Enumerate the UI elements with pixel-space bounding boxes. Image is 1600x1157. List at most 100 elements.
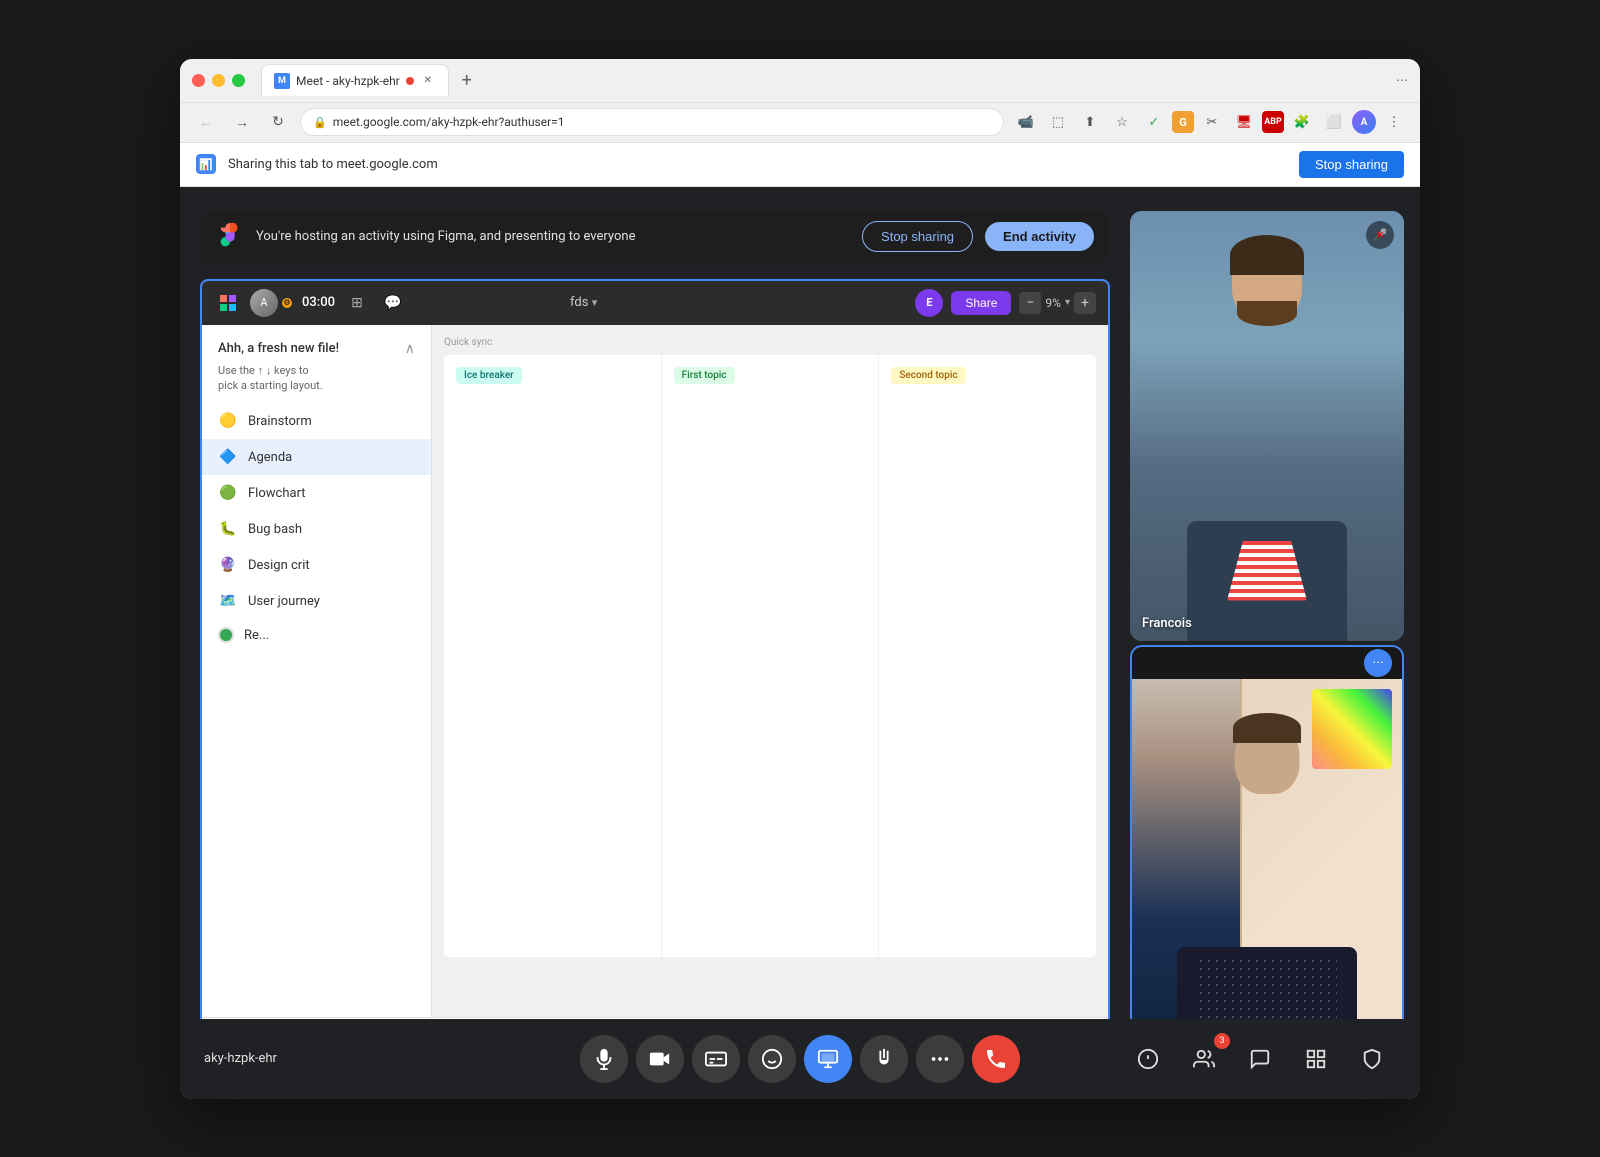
pip-icon[interactable]: ⬚ (1044, 108, 1072, 136)
window-menu-icon[interactable]: ⋯ (1396, 73, 1408, 87)
end-activity-button[interactable]: End activity (985, 222, 1094, 251)
captions-button[interactable] (692, 1035, 740, 1083)
sidebar-collapse-button[interactable]: ∧ (405, 341, 415, 357)
sidebar-item-retro[interactable]: Re... (202, 619, 431, 651)
sidebar-item-flowchart-label: Flowchart (248, 486, 306, 501)
banner-text: You're hosting an activity using Figma, … (256, 229, 850, 244)
meet-bottom-bar: aky-hzpk-ehr (180, 1019, 1420, 1099)
safety-button[interactable] (1348, 1035, 1396, 1083)
sidebar-item-flowchart[interactable]: 🟢 Flowchart (202, 475, 431, 511)
flowchart-icon: 🟢 (218, 483, 238, 503)
share-page-icon[interactable]: ⬆ (1076, 108, 1104, 136)
split-screen-icon[interactable]: ⬜ (1320, 108, 1348, 136)
canvas-column-1: Ice breaker (444, 355, 661, 957)
sidebar-item-bugbash[interactable]: 🐛 Bug bash (202, 511, 431, 547)
bookmark-icon[interactable]: ☆ (1108, 108, 1136, 136)
figma-user-badge: E (915, 289, 943, 317)
ext-icon-3[interactable]: 🖥 (1230, 108, 1258, 136)
meeting-code-label: aky-hzpk-ehr (204, 1051, 324, 1066)
sharing-bar: 📊 Sharing this tab to meet.google.com St… (180, 143, 1420, 187)
figma-canvas-wrapper: A ⚙ 03:00 ⊞ 💬 fds ▾ E (200, 279, 1110, 1079)
sidebar-item-brainstorm-label: Brainstorm (248, 414, 312, 429)
ext-icon-2[interactable]: ✂ (1198, 108, 1226, 136)
canvas-column-2: First topic (661, 355, 879, 957)
end-call-button[interactable] (972, 1035, 1020, 1083)
mic-button[interactable] (580, 1035, 628, 1083)
video-tile-francois: 🎤× Francois (1130, 211, 1404, 641)
sidebar-item-userjourney[interactable]: 🗺️ User journey (202, 583, 431, 619)
figma-canvas-toggle-icon[interactable]: ⊞ (343, 289, 371, 317)
info-button[interactable] (1124, 1035, 1172, 1083)
sidebar-item-designcrit[interactable]: 🔮 Design crit (202, 547, 431, 583)
bugbash-icon: 🐛 (218, 519, 238, 539)
present-button[interactable] (804, 1035, 852, 1083)
sidebar-item-agenda-label: Agenda (248, 450, 292, 465)
sidebar-item-bugbash-label: Bug bash (248, 522, 302, 537)
meet-controls (580, 1035, 1020, 1083)
people-button[interactable]: 3 (1180, 1035, 1228, 1083)
cast-icon[interactable]: 📹 (1012, 108, 1040, 136)
new-tab-button[interactable]: + (453, 66, 481, 94)
more-options-control-button[interactable] (916, 1035, 964, 1083)
browser-window: M Meet - aky-hzpk-ehr ✕ + ⋯ ← → ↻ 🔒 meet… (180, 59, 1420, 1099)
figma-sidebar: Ahh, a fresh new file! ∧ Use the ↑ ↓ key… (202, 325, 432, 1017)
activity-banner: You're hosting an activity using Figma, … (200, 211, 1110, 263)
extensions-icon[interactable]: 🧩 (1288, 108, 1316, 136)
active-tab[interactable]: M Meet - aky-hzpk-ehr ✕ (261, 64, 449, 96)
minimize-traffic-light[interactable] (212, 74, 225, 87)
canvas-tag-icebreaker: Ice breaker (456, 367, 522, 384)
people-count-badge: 3 (1214, 1033, 1230, 1049)
figma-share-button[interactable]: Share (951, 291, 1011, 315)
meet-favicon: M (274, 73, 290, 89)
retro-icon (218, 627, 234, 643)
ext-icon-1[interactable]: G (1172, 111, 1194, 133)
sidebar-header: Ahh, a fresh new file! ∧ (202, 333, 431, 361)
zoom-out-button[interactable]: − (1019, 292, 1041, 314)
zoom-in-button[interactable]: + (1074, 292, 1096, 314)
figma-toolbar: A ⚙ 03:00 ⊞ 💬 fds ▾ E (202, 281, 1108, 325)
user-avatar[interactable]: A (1352, 110, 1376, 134)
forward-button[interactable]: → (228, 108, 256, 136)
stop-sharing-meet-button[interactable]: Stop sharing (862, 221, 973, 252)
userjourney-icon: 🗺️ (218, 591, 238, 611)
nav-actions: 📹 ⬚ ⬆ ☆ ✓ G ✂ 🖥 ABP 🧩 ⬜ A ⋮ (1012, 108, 1408, 136)
canvas-column-3: Second topic (878, 355, 1096, 957)
chrome-menu-icon[interactable]: ⋮ (1380, 108, 1408, 136)
figma-chat-icon[interactable]: 💬 (379, 289, 407, 317)
sidebar-item-userjourney-label: User journey (248, 594, 320, 609)
sharing-text: Sharing this tab to meet.google.com (228, 157, 1287, 172)
activities-button[interactable] (1292, 1035, 1340, 1083)
raise-hand-button[interactable] (860, 1035, 908, 1083)
canvas-frame: Ice breaker First topic Second topic (444, 355, 1096, 957)
back-button[interactable]: ← (192, 108, 220, 136)
reload-button[interactable]: ↻ (264, 108, 292, 136)
camera-button[interactable] (636, 1035, 684, 1083)
tab-bar: M Meet - aky-hzpk-ehr ✕ + (261, 64, 1388, 96)
meet-ext-icon[interactable]: ✓ (1140, 108, 1168, 136)
meet-area: You're hosting an activity using Figma, … (180, 187, 1130, 1099)
chat-button[interactable] (1236, 1035, 1284, 1083)
sidebar-item-agenda[interactable]: 🔷 Agenda (202, 439, 431, 475)
figma-canvas[interactable]: Quick sync Ice breaker First topic Secon… (432, 325, 1108, 1017)
maximize-traffic-light[interactable] (232, 74, 245, 87)
sidebar-item-designcrit-label: Design crit (248, 558, 310, 573)
address-bar[interactable]: 🔒 meet.google.com/aky-hzpk-ehr?authuser=… (300, 108, 1004, 136)
url-text: meet.google.com/aky-hzpk-ehr?authuser=1 (333, 115, 565, 129)
video-tile-elad: ··· Elad (1130, 645, 1404, 1079)
title-bar: M Meet - aky-hzpk-ehr ✕ + ⋯ (180, 59, 1420, 103)
ext-icon-4[interactable]: ABP (1262, 111, 1284, 133)
close-traffic-light[interactable] (192, 74, 205, 87)
canvas-label: Quick sync (444, 337, 492, 348)
sidebar-item-brainstorm[interactable]: 🟡 Brainstorm (202, 403, 431, 439)
elad-more-options-button[interactable]: ··· (1364, 649, 1392, 677)
sidebar-item-retro-label: Re... (244, 628, 269, 643)
figma-menu-icon[interactable] (214, 289, 242, 317)
tab-close-button[interactable]: ✕ (420, 73, 436, 89)
agenda-icon: 🔷 (218, 447, 238, 467)
chrome-stop-sharing-button[interactable]: Stop sharing (1299, 151, 1404, 178)
figma-file-name[interactable]: fds ▾ (570, 295, 597, 310)
figma-logo-icon (216, 223, 244, 251)
figma-main: Ahh, a fresh new file! ∧ Use the ↑ ↓ key… (202, 325, 1108, 1017)
figma-zoom-controls: − 9% ▾ + (1019, 292, 1096, 314)
emoji-button[interactable] (748, 1035, 796, 1083)
